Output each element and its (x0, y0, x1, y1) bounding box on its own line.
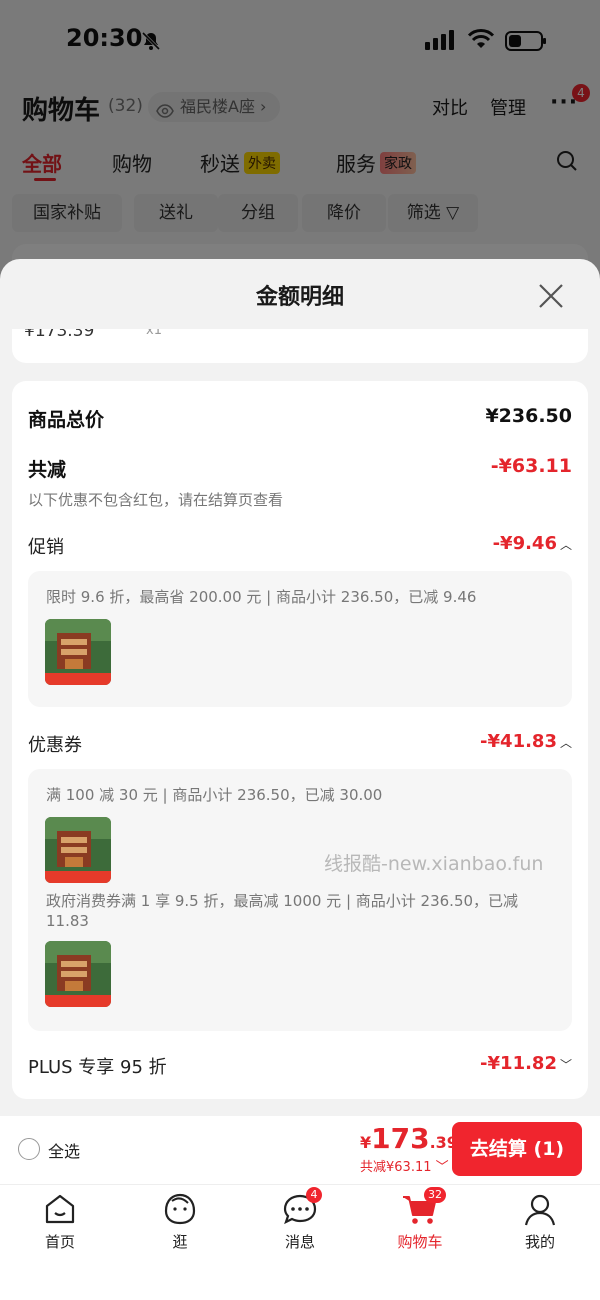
discount-label: 共减 (28, 459, 67, 481)
select-all-checkbox[interactable] (18, 1138, 40, 1160)
tabbar-me[interactable]: 我的 (500, 1191, 580, 1252)
coupon-detail-text-2: 政府消费券满 1 享 9.5 折，最高减 1000 元 | 商品小计 236.5… (46, 892, 519, 930)
tabbar-cart-label: 购物车 (397, 1233, 443, 1251)
plus-toggle[interactable]: -¥11.82 ﹀ (480, 1053, 572, 1074)
cart-badge: 32 (424, 1187, 446, 1203)
bottom-tab-bar: 首页 逛 4 消息 32 购物车 我的 (0, 1184, 600, 1300)
tabbar-me-label: 我的 (524, 1233, 555, 1251)
home-icon (40, 1191, 80, 1227)
plus-value: -¥11.82 (480, 1053, 557, 1074)
coupon-detail-text-1: 满 100 减 30 元 | 商品小计 236.50，已减 30.00 (46, 786, 383, 804)
product-thumbnail (45, 941, 111, 1007)
chevron-up-icon: ︿ (559, 538, 572, 552)
total-discount-toggle[interactable]: 共减¥63.11 ﹀ (360, 1156, 449, 1175)
promo-detail-box: 限时 9.6 折，最高省 200.00 元 | 商品小计 236.50，已减 9… (28, 571, 572, 707)
coupon-value: -¥41.83 (480, 731, 557, 752)
tabbar-home[interactable]: 首页 (20, 1191, 100, 1252)
profile-icon (520, 1191, 560, 1227)
select-all-label[interactable]: 全选 (48, 1138, 80, 1162)
tabbar-browse-label: 逛 (172, 1233, 188, 1251)
checkout-bar: 全选 ¥173.39 共减¥63.11 ﹀ 去结算 (1) (0, 1116, 600, 1184)
checkout-button[interactable]: 去结算 (1) (452, 1122, 582, 1176)
amount-breakdown-card: 商品总价 ¥236.50 共减 -¥63.11 以下优惠不包含红包，请在结算页查… (12, 381, 588, 1099)
discount-value: -¥63.11 (490, 455, 572, 477)
messages-badge: 4 (306, 1187, 322, 1203)
promo-value: -¥9.46 (492, 533, 557, 554)
message-icon: 4 (280, 1187, 322, 1227)
tabbar-cart[interactable]: 32 购物车 (380, 1187, 460, 1252)
plus-label: PLUS 专享 95 折 (28, 1057, 167, 1078)
promo-toggle[interactable]: -¥9.46 ︿ (493, 533, 572, 554)
product-thumbnail (45, 619, 111, 685)
tabbar-messages[interactable]: 4 消息 (260, 1187, 340, 1252)
discount-note: 以下优惠不包含红包，请在结算页查看 (28, 491, 284, 509)
total-price: ¥173.39 (360, 1122, 458, 1155)
browse-face-icon (160, 1191, 200, 1227)
cart-icon: 32 (400, 1187, 446, 1227)
product-thumbnail (45, 817, 111, 883)
watermark: 线报酷-new.xianbao.fun (324, 853, 544, 875)
tabbar-browse[interactable]: 逛 (140, 1191, 220, 1252)
promo-label: 促销 (28, 537, 64, 558)
total-price-label: 商品总价 (28, 409, 105, 431)
promo-detail-text: 限时 9.6 折，最高省 200.00 元 | 商品小计 236.50，已减 9… (46, 588, 477, 606)
coupon-toggle[interactable]: -¥41.83 ︿ (480, 731, 572, 752)
close-icon[interactable] (536, 281, 566, 311)
total-price-value: ¥236.50 (485, 405, 572, 427)
chevron-down-icon: ﹀ (431, 1160, 449, 1175)
tabbar-messages-label: 消息 (284, 1233, 315, 1251)
item-price: ¥173.39 (24, 329, 95, 341)
item-qty: x1 (146, 329, 162, 338)
chevron-up-icon: ︿ (559, 736, 572, 750)
sheet-title: 金额明细 (255, 285, 344, 310)
coupon-detail-box: 满 100 减 30 元 | 商品小计 236.50，已减 30.00 政府消费… (28, 769, 572, 1031)
tabbar-home-label: 首页 (44, 1233, 75, 1251)
chevron-down-icon: ﹀ (559, 1058, 572, 1072)
previous-item-card: ¥173.39 x1 (12, 329, 588, 363)
coupon-label: 优惠券 (28, 735, 82, 756)
